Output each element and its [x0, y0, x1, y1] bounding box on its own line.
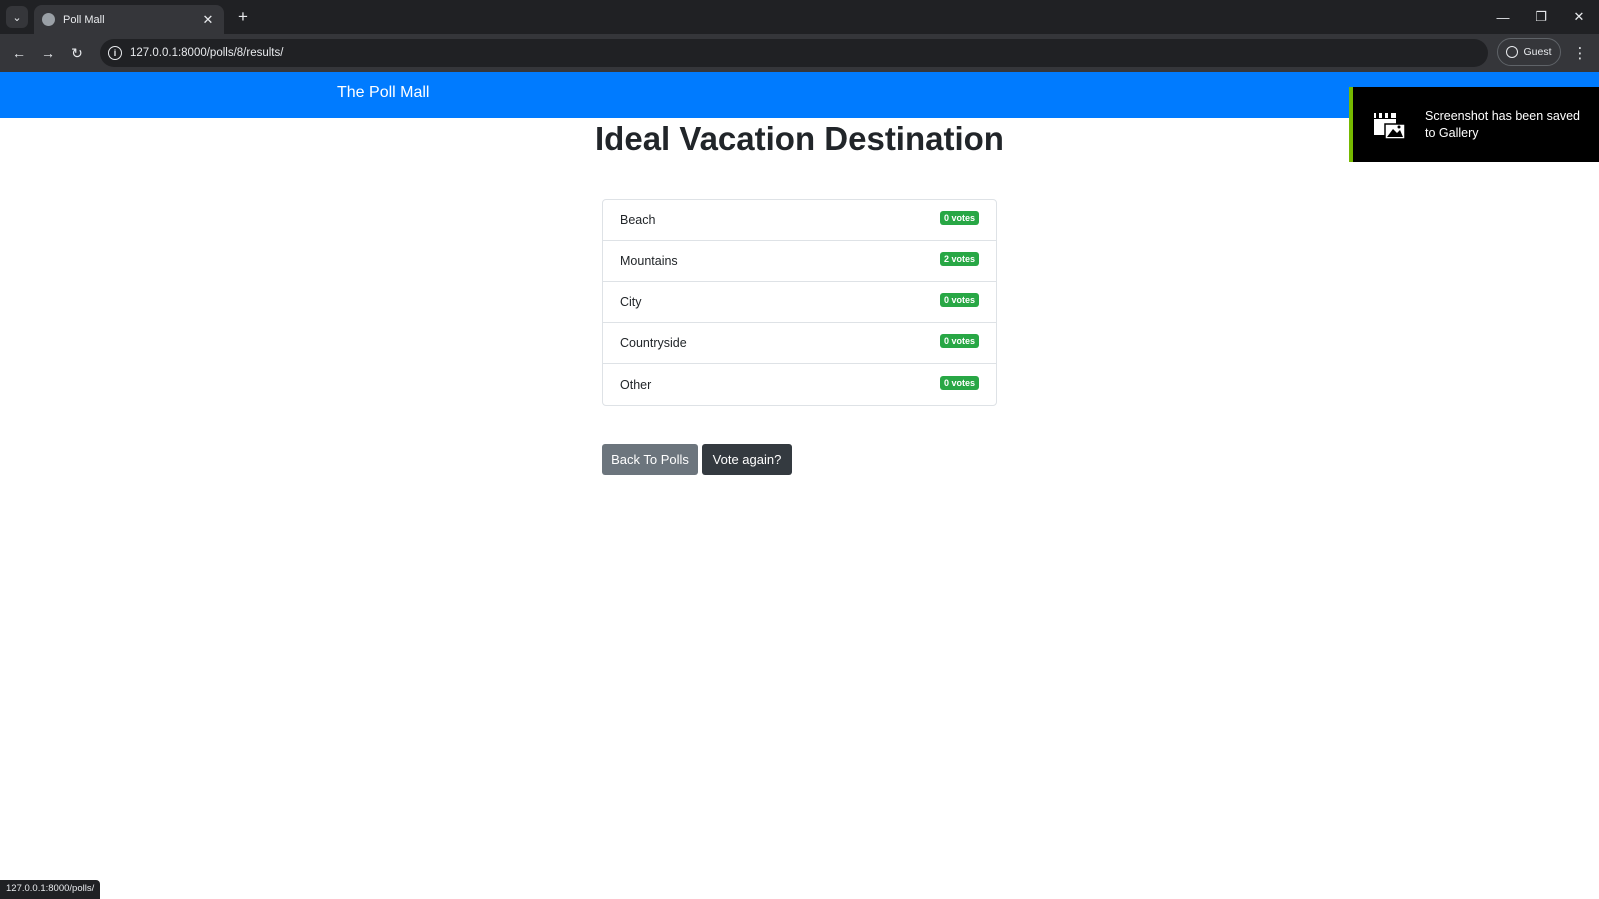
url-text: 127.0.0.1:8000/polls/8/results/: [130, 47, 284, 59]
profile-label: Guest: [1523, 46, 1552, 58]
list-item: Mountains 2 votes: [603, 241, 996, 282]
choice-label: Beach: [620, 213, 656, 227]
vote-count-badge: 2 votes: [939, 252, 979, 266]
minimize-icon[interactable]: —: [1488, 6, 1518, 28]
tab-search-icon[interactable]: ⌄: [6, 6, 28, 28]
new-tab-icon[interactable]: +: [232, 6, 254, 28]
back-to-polls-button[interactable]: Back To Polls: [602, 444, 698, 475]
list-item: City 0 votes: [603, 282, 996, 323]
status-bar-url: 127.0.0.1:8000/polls/: [0, 880, 101, 899]
results-list: Beach 0 votes Mountains 2 votes City 0 v…: [602, 199, 997, 406]
choice-label: Mountains: [620, 254, 678, 268]
gallery-icon: [1373, 109, 1407, 141]
tab-title: Poll Mall: [63, 13, 105, 26]
list-item: Countryside 0 votes: [603, 323, 996, 364]
browser-tab[interactable]: Poll Mall ✕: [34, 5, 224, 34]
restore-icon[interactable]: ❐: [1526, 6, 1556, 28]
vote-count-badge: 0 votes: [939, 293, 979, 307]
vote-again-button[interactable]: Vote again?: [702, 444, 792, 475]
choice-label: City: [620, 295, 642, 309]
choice-label: Other: [620, 377, 652, 392]
close-window-icon[interactable]: ✕: [1564, 6, 1594, 28]
vote-count-badge: 0 votes: [939, 375, 979, 390]
back-arrow-icon[interactable]: ←: [8, 42, 30, 64]
globe-icon: [42, 13, 55, 26]
profile-icon: [1506, 46, 1519, 58]
brand-link[interactable]: The Poll Mall: [337, 84, 429, 102]
reload-icon[interactable]: ↻: [66, 42, 88, 64]
vote-count-badge: 0 votes: [939, 334, 979, 348]
browser-toolbar: ← → ↻ i 127.0.0.1:8000/polls/8/results/ …: [0, 34, 1599, 72]
browser-tab-bar: ⌄ Poll Mall ✕ + — ❐ ✕: [0, 0, 1599, 34]
screenshot-toast[interactable]: Screenshot has been saved to Gallery: [1349, 87, 1599, 162]
address-bar[interactable]: i 127.0.0.1:8000/polls/8/results/: [100, 39, 1488, 67]
list-item: Other 0 votes: [603, 364, 996, 405]
forward-arrow-icon[interactable]: →: [37, 42, 59, 64]
close-tab-icon[interactable]: ✕: [200, 12, 216, 28]
profile-button[interactable]: Guest: [1497, 38, 1561, 66]
vote-count-badge: 0 votes: [939, 211, 979, 225]
list-item: Beach 0 votes: [603, 200, 996, 241]
kebab-menu-icon[interactable]: ⋮: [1570, 42, 1590, 64]
toast-message: Screenshot has been saved to Gallery: [1425, 108, 1580, 140]
info-icon[interactable]: i: [108, 46, 122, 60]
choice-label: Countryside: [620, 336, 687, 350]
